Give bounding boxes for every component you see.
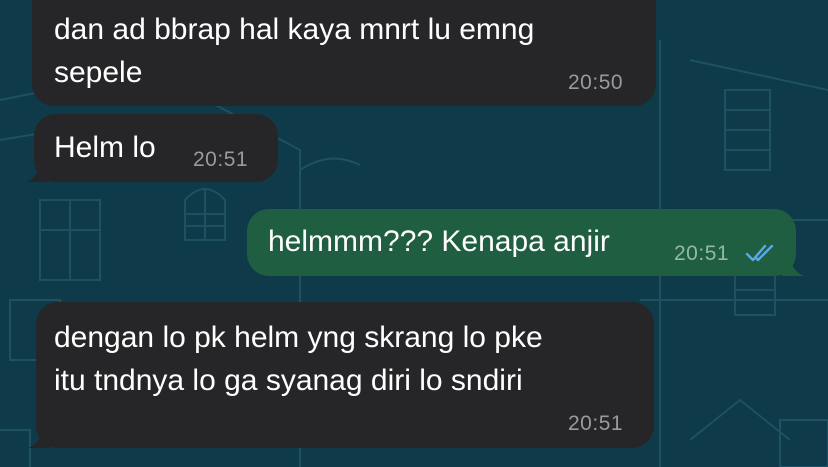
message-timestamp: 20:51 <box>568 412 624 435</box>
message-bubble-outgoing[interactable]: helmmm??? Kenapa anjir 20:51 <box>247 209 804 276</box>
message-timestamp: 20:50 <box>568 71 624 94</box>
bubble-tail <box>782 254 804 276</box>
message-bubble-incoming[interactable]: Helm lo 20:51 <box>26 114 278 182</box>
bubble-tail <box>28 426 50 448</box>
message-bubble-incoming[interactable]: dengan lo pk helm yng skrang lo pke itu … <box>28 302 654 448</box>
bubble-tail <box>26 160 48 182</box>
message-timestamp: 20:51 <box>674 242 730 265</box>
message-text: dan ad bbrap hal kaya mnrt lu emng sepel… <box>54 13 535 89</box>
double-check-read-icon <box>745 244 774 262</box>
message-text: dengan lo pk helm yng skrang lo pke itu … <box>54 321 543 397</box>
message-text: Helm lo <box>54 131 156 164</box>
message-bubble-incoming[interactable]: dan ad bbrap hal kaya mnrt lu emng sepel… <box>32 0 656 106</box>
message-text: helmmm??? Kenapa anjir <box>268 225 610 258</box>
message-timestamp: 20:51 <box>193 148 249 171</box>
